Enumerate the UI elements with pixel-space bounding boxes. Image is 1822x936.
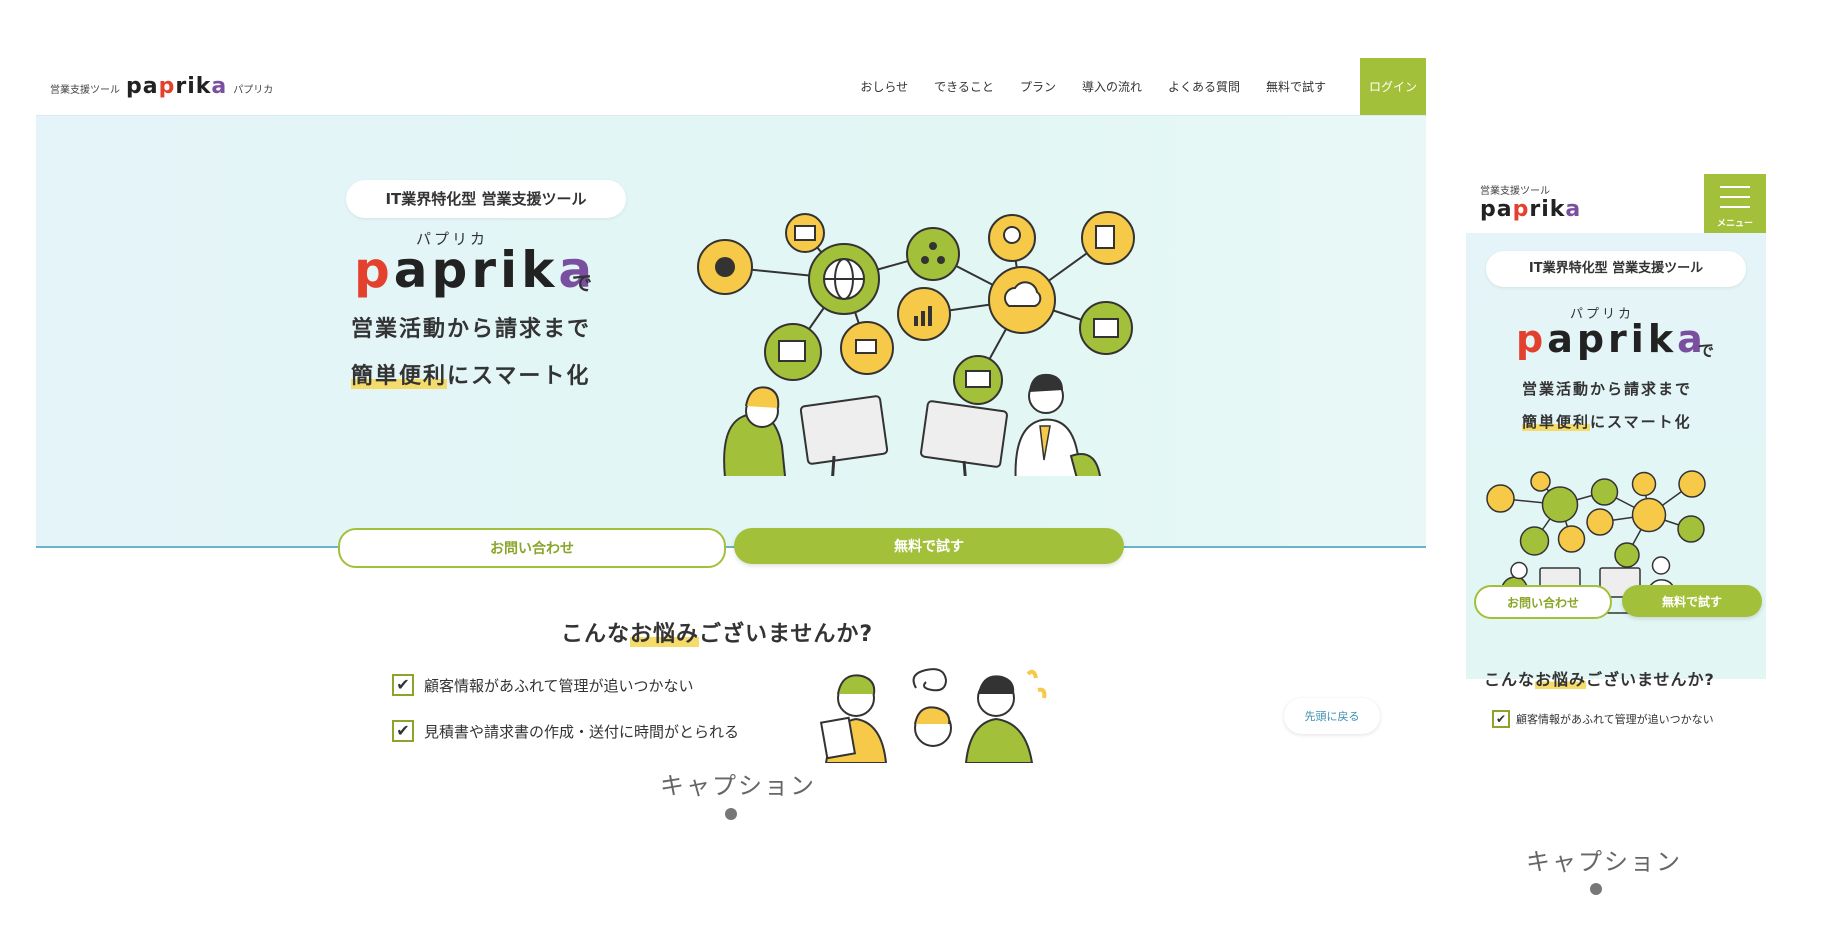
free-trial-button[interactable]: 無料で試す	[734, 528, 1124, 564]
mobile-hero-de: で	[1698, 341, 1715, 360]
contact-button[interactable]: お問い合わせ	[338, 528, 726, 568]
hero-brand: paprika	[354, 241, 597, 299]
checkbox-icon: ✔	[1492, 710, 1510, 728]
main-nav: おしらせ できること プラン 導入の流れ よくある質問 無料で試す	[860, 78, 1326, 95]
hero-badge: IT業界特化型 営業支援ツール	[346, 180, 626, 218]
nav-free-trial[interactable]: 無料で試す	[1266, 78, 1326, 95]
team-icon	[906, 227, 960, 281]
worry-item: ✔ 顧客情報があふれて管理が追いつかない	[392, 674, 694, 696]
mobile-logo-tagline: 営業支援ツール	[1480, 186, 1550, 197]
desktop-caption: キャプション	[660, 772, 816, 800]
desktop-preview: 営業支援ツール paprika パプリカ おしらせ できること プラン 導入の流…	[36, 58, 1426, 763]
hero-headline-1: 営業活動から請求まで	[351, 317, 592, 342]
nav-news[interactable]: おしらせ	[860, 78, 908, 95]
checkbox-icon: ✔	[392, 674, 414, 696]
site-logo[interactable]: 営業支援ツール paprika パプリカ	[50, 74, 273, 99]
mobile-indicator-dot[interactable]	[1590, 883, 1602, 895]
hero-section: IT業界特化型 営業支援ツール パプリカ paprika で 営業活動から請求ま…	[36, 116, 1426, 548]
nav-plans[interactable]: プラン	[1020, 78, 1056, 95]
illustration-person-left	[723, 386, 889, 476]
login-button[interactable]: ログイン	[1360, 58, 1426, 115]
nav-faq[interactable]: よくある質問	[1168, 78, 1240, 95]
hero-divider	[36, 546, 1426, 548]
mobile-contact-button[interactable]: お問い合わせ	[1474, 585, 1612, 619]
worry-item: ✔ 見積書や請求書の作成・送付に時間がとられる	[392, 720, 739, 742]
hero-headline-2: 簡単便利にスマート化	[351, 364, 591, 389]
desktop-indicator-dot[interactable]	[725, 808, 737, 820]
mobile-free-trial-button[interactable]: 無料で試す	[1622, 585, 1762, 617]
worries-title: こんなお悩みございませんか?	[561, 622, 874, 647]
menu-label: メニュー	[1716, 219, 1753, 229]
mobile-logo[interactable]: 営業支援ツール paprika	[1480, 182, 1581, 222]
hero-illustration	[697, 211, 1135, 476]
illustration-person-right	[920, 373, 1101, 476]
checkbox-icon: ✔	[392, 720, 414, 742]
mobile-hero-brand: paprika	[1516, 317, 1707, 361]
worried-people-illustration	[819, 668, 1047, 763]
nav-flow[interactable]: 導入の流れ	[1082, 78, 1142, 95]
nav-features[interactable]: できること	[934, 78, 994, 95]
logo-wordmark: paprika	[126, 74, 228, 99]
hero-de: で	[572, 271, 592, 295]
mobile-caption: キャプション	[1526, 848, 1682, 876]
mobile-hero-badge: IT業界特化型 営業支援ツール	[1486, 251, 1746, 287]
mobile-logo-wordmark: paprika	[1480, 197, 1582, 222]
logo-tagline: 営業支援ツール	[50, 85, 120, 96]
mobile-worries-title: こんなお悩みございませんか?	[1484, 670, 1715, 689]
mobile-hero-headline-1: 営業活動から請求まで	[1522, 380, 1693, 398]
site-header: 営業支援ツール paprika パプリカ おしらせ できること プラン 導入の流…	[36, 58, 1426, 117]
mobile-preview: 営業支援ツール paprika メニュー IT業界特化型 営業支援ツール パプリ…	[1466, 174, 1766, 774]
mobile-hero-headline-2: 簡単便利にスマート化	[1522, 413, 1692, 431]
back-to-top-button[interactable]: 先頭に戻る	[1284, 698, 1380, 734]
logo-kana: パプリカ	[233, 85, 274, 96]
mobile-worry-item: ✔ 顧客情報があふれて管理が追いつかない	[1492, 710, 1714, 728]
menu-button[interactable]: メニュー	[1704, 174, 1766, 233]
